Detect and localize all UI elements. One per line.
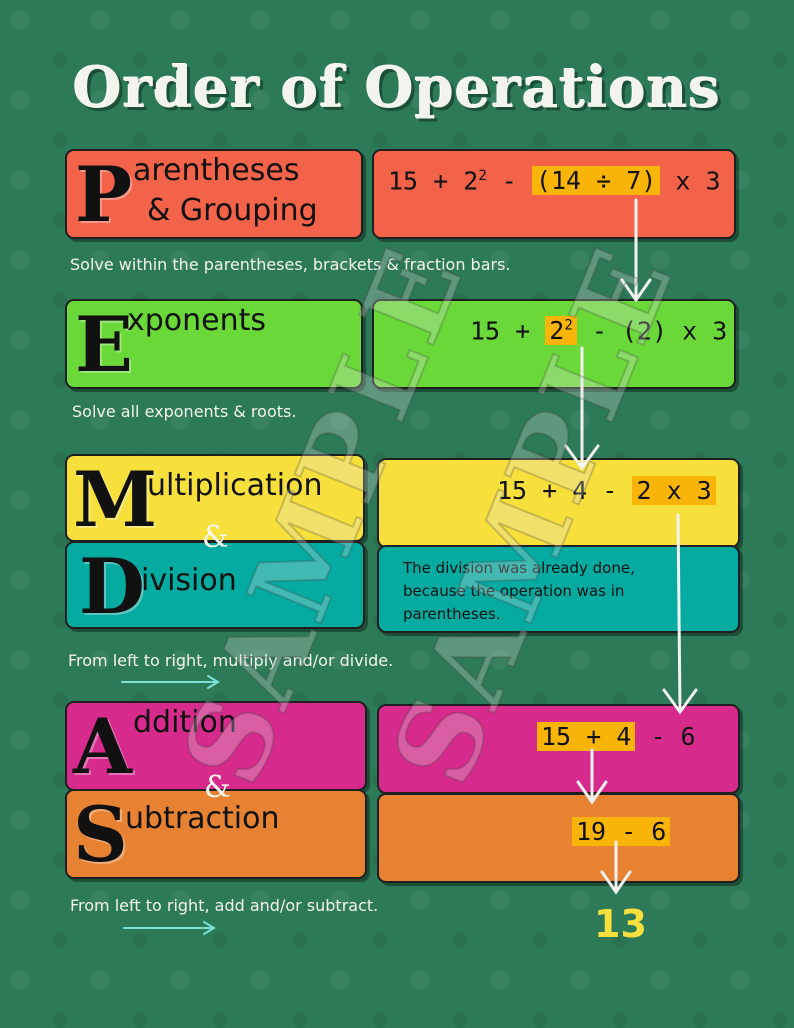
parentheses-equation: 15 + 22 - (14 ÷ 7) x 3 (388, 159, 721, 198)
md-ampersand: & (202, 520, 229, 555)
highlight-base: 2 (549, 316, 565, 346)
parentheses-initial: P (75, 150, 133, 239)
eq-part: 15 + (470, 316, 546, 346)
highlighted-term: 19 - 6 (572, 817, 671, 846)
parentheses-word: arentheses (133, 153, 300, 188)
highlighted-term: (14 ÷ 7) (531, 166, 661, 196)
grouping-word: & Grouping (147, 193, 318, 228)
division-note-box: The division was already done, because t… (377, 545, 740, 633)
eq-part: - 6 (635, 722, 696, 751)
subtraction-word: ubtraction (125, 801, 280, 836)
eq-part: x 3 (660, 166, 721, 196)
subtraction-equation-box: 19 - 6 (377, 793, 740, 883)
eq-part: - (486, 166, 532, 196)
exponents-equation-box: 15 + 22 - (2) x 3 (372, 299, 736, 389)
exponents-label-box: E xponents (65, 299, 363, 389)
as-ampersand: & (204, 770, 231, 805)
multiply-divide-description: From left to right, multiply and/or divi… (68, 651, 394, 670)
eq-part: - (2) x 3 (576, 316, 728, 346)
multiplication-equation: 15 + 4 - 2 x 3 (497, 474, 716, 508)
highlighted-term: 2 x 3 (632, 476, 716, 505)
highlighted-term: 15 + 4 (537, 722, 636, 751)
left-to-right-arrow (121, 675, 220, 689)
subtraction-initial: S (73, 790, 128, 879)
addition-word: ddition (133, 705, 237, 740)
multiplication-word: ultiplication (147, 468, 323, 503)
parentheses-equation-box: 15 + 22 - (14 ÷ 7) x 3 (372, 149, 736, 239)
exponents-description: Solve all exponents & roots. (72, 402, 297, 421)
exponent-superscript: 2 (564, 318, 573, 334)
final-answer: 13 (594, 902, 647, 946)
eq-part: 15 + 2 (388, 166, 479, 196)
left-to-right-arrow (123, 921, 216, 935)
division-word: ivision (141, 563, 237, 598)
exponents-word: xponents (127, 303, 267, 338)
parentheses-description: Solve within the parentheses, brackets &… (70, 255, 511, 274)
addition-initial: A (73, 702, 132, 791)
add-subtract-description: From left to right, add and/or subtract. (70, 896, 379, 915)
parentheses-label-box: P arentheses & Grouping (65, 149, 363, 239)
division-note: The division was already done, because t… (403, 559, 635, 623)
multiplication-equation-box: 15 + 4 - 2 x 3 (377, 458, 740, 548)
addition-equation-box: 15 + 4 - 6 (377, 704, 740, 794)
highlighted-term: 22 (545, 316, 577, 346)
exponent-superscript: 2 (478, 168, 487, 184)
exponents-equation: 15 + 22 - (2) x 3 (470, 309, 727, 348)
division-initial: D (79, 542, 145, 631)
multiplication-initial: M (73, 455, 158, 544)
order-of-operations-poster: Order of Operations P arentheses & Group… (0, 0, 794, 1028)
exponents-initial: E (75, 300, 133, 389)
eq-part: 15 + 4 - (497, 476, 633, 505)
page-title: Order of Operations (72, 55, 722, 121)
subtraction-equation: 19 - 6 (572, 815, 671, 849)
addition-equation: 15 + 4 - 6 (537, 720, 696, 754)
